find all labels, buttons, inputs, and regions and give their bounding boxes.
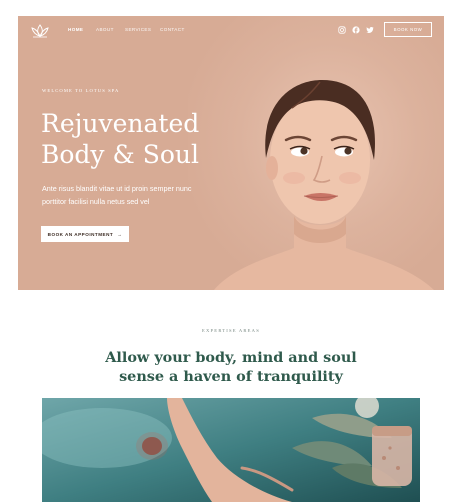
nav-link-services[interactable]: SERVICES (125, 27, 151, 32)
hero-description-line-1: Ante risus blandit vitae ut id proin sem… (42, 184, 192, 193)
section-title: Allow your body, mind and soul sense a h… (18, 348, 444, 386)
facebook-icon[interactable] (352, 26, 360, 34)
arrow-right-icon: → (117, 231, 123, 237)
top-navigation: HOME ABOUT SERVICES CONTACT BOOK NOW (18, 16, 444, 46)
hero-title-line-1: Rejuvenated (41, 109, 200, 138)
book-appointment-label: BOOK AN APPOINTMENT (47, 231, 114, 237)
spa-treatment-photo (42, 398, 420, 502)
section-eyebrow: EXPERTISE AREAS (202, 328, 260, 333)
hero-description: Ante risus blandit vitae ut id proin sem… (42, 182, 222, 208)
hero-title: Rejuvenated Body & Soul (41, 108, 241, 170)
hero-eyebrow: WELCOME TO LOTUS SPA (42, 88, 120, 93)
section-title-line-2: sense a haven of tranquility (119, 368, 343, 385)
hero-title-line-2: Body & Soul (41, 140, 199, 169)
hero-description-line-2: porttitor facilisi nulla netus sed vel (42, 197, 150, 206)
page: HOME ABOUT SERVICES CONTACT BOOK NOW WEL… (18, 16, 444, 502)
twitter-icon[interactable] (366, 26, 374, 34)
book-appointment-button[interactable]: BOOK AN APPOINTMENT → (41, 226, 129, 242)
woman-portrait-image (214, 80, 434, 290)
instagram-icon[interactable] (338, 26, 346, 34)
book-now-button[interactable]: BOOK NOW (384, 22, 432, 37)
nav-link-about[interactable]: ABOUT (96, 27, 114, 32)
nav-link-home[interactable]: HOME (68, 27, 83, 32)
hero-section: HOME ABOUT SERVICES CONTACT BOOK NOW WEL… (18, 16, 444, 290)
nav-link-contact[interactable]: CONTACT (160, 27, 185, 32)
section-title-line-1: Allow your body, mind and soul (105, 349, 357, 366)
lotus-logo-icon[interactable] (30, 23, 50, 39)
